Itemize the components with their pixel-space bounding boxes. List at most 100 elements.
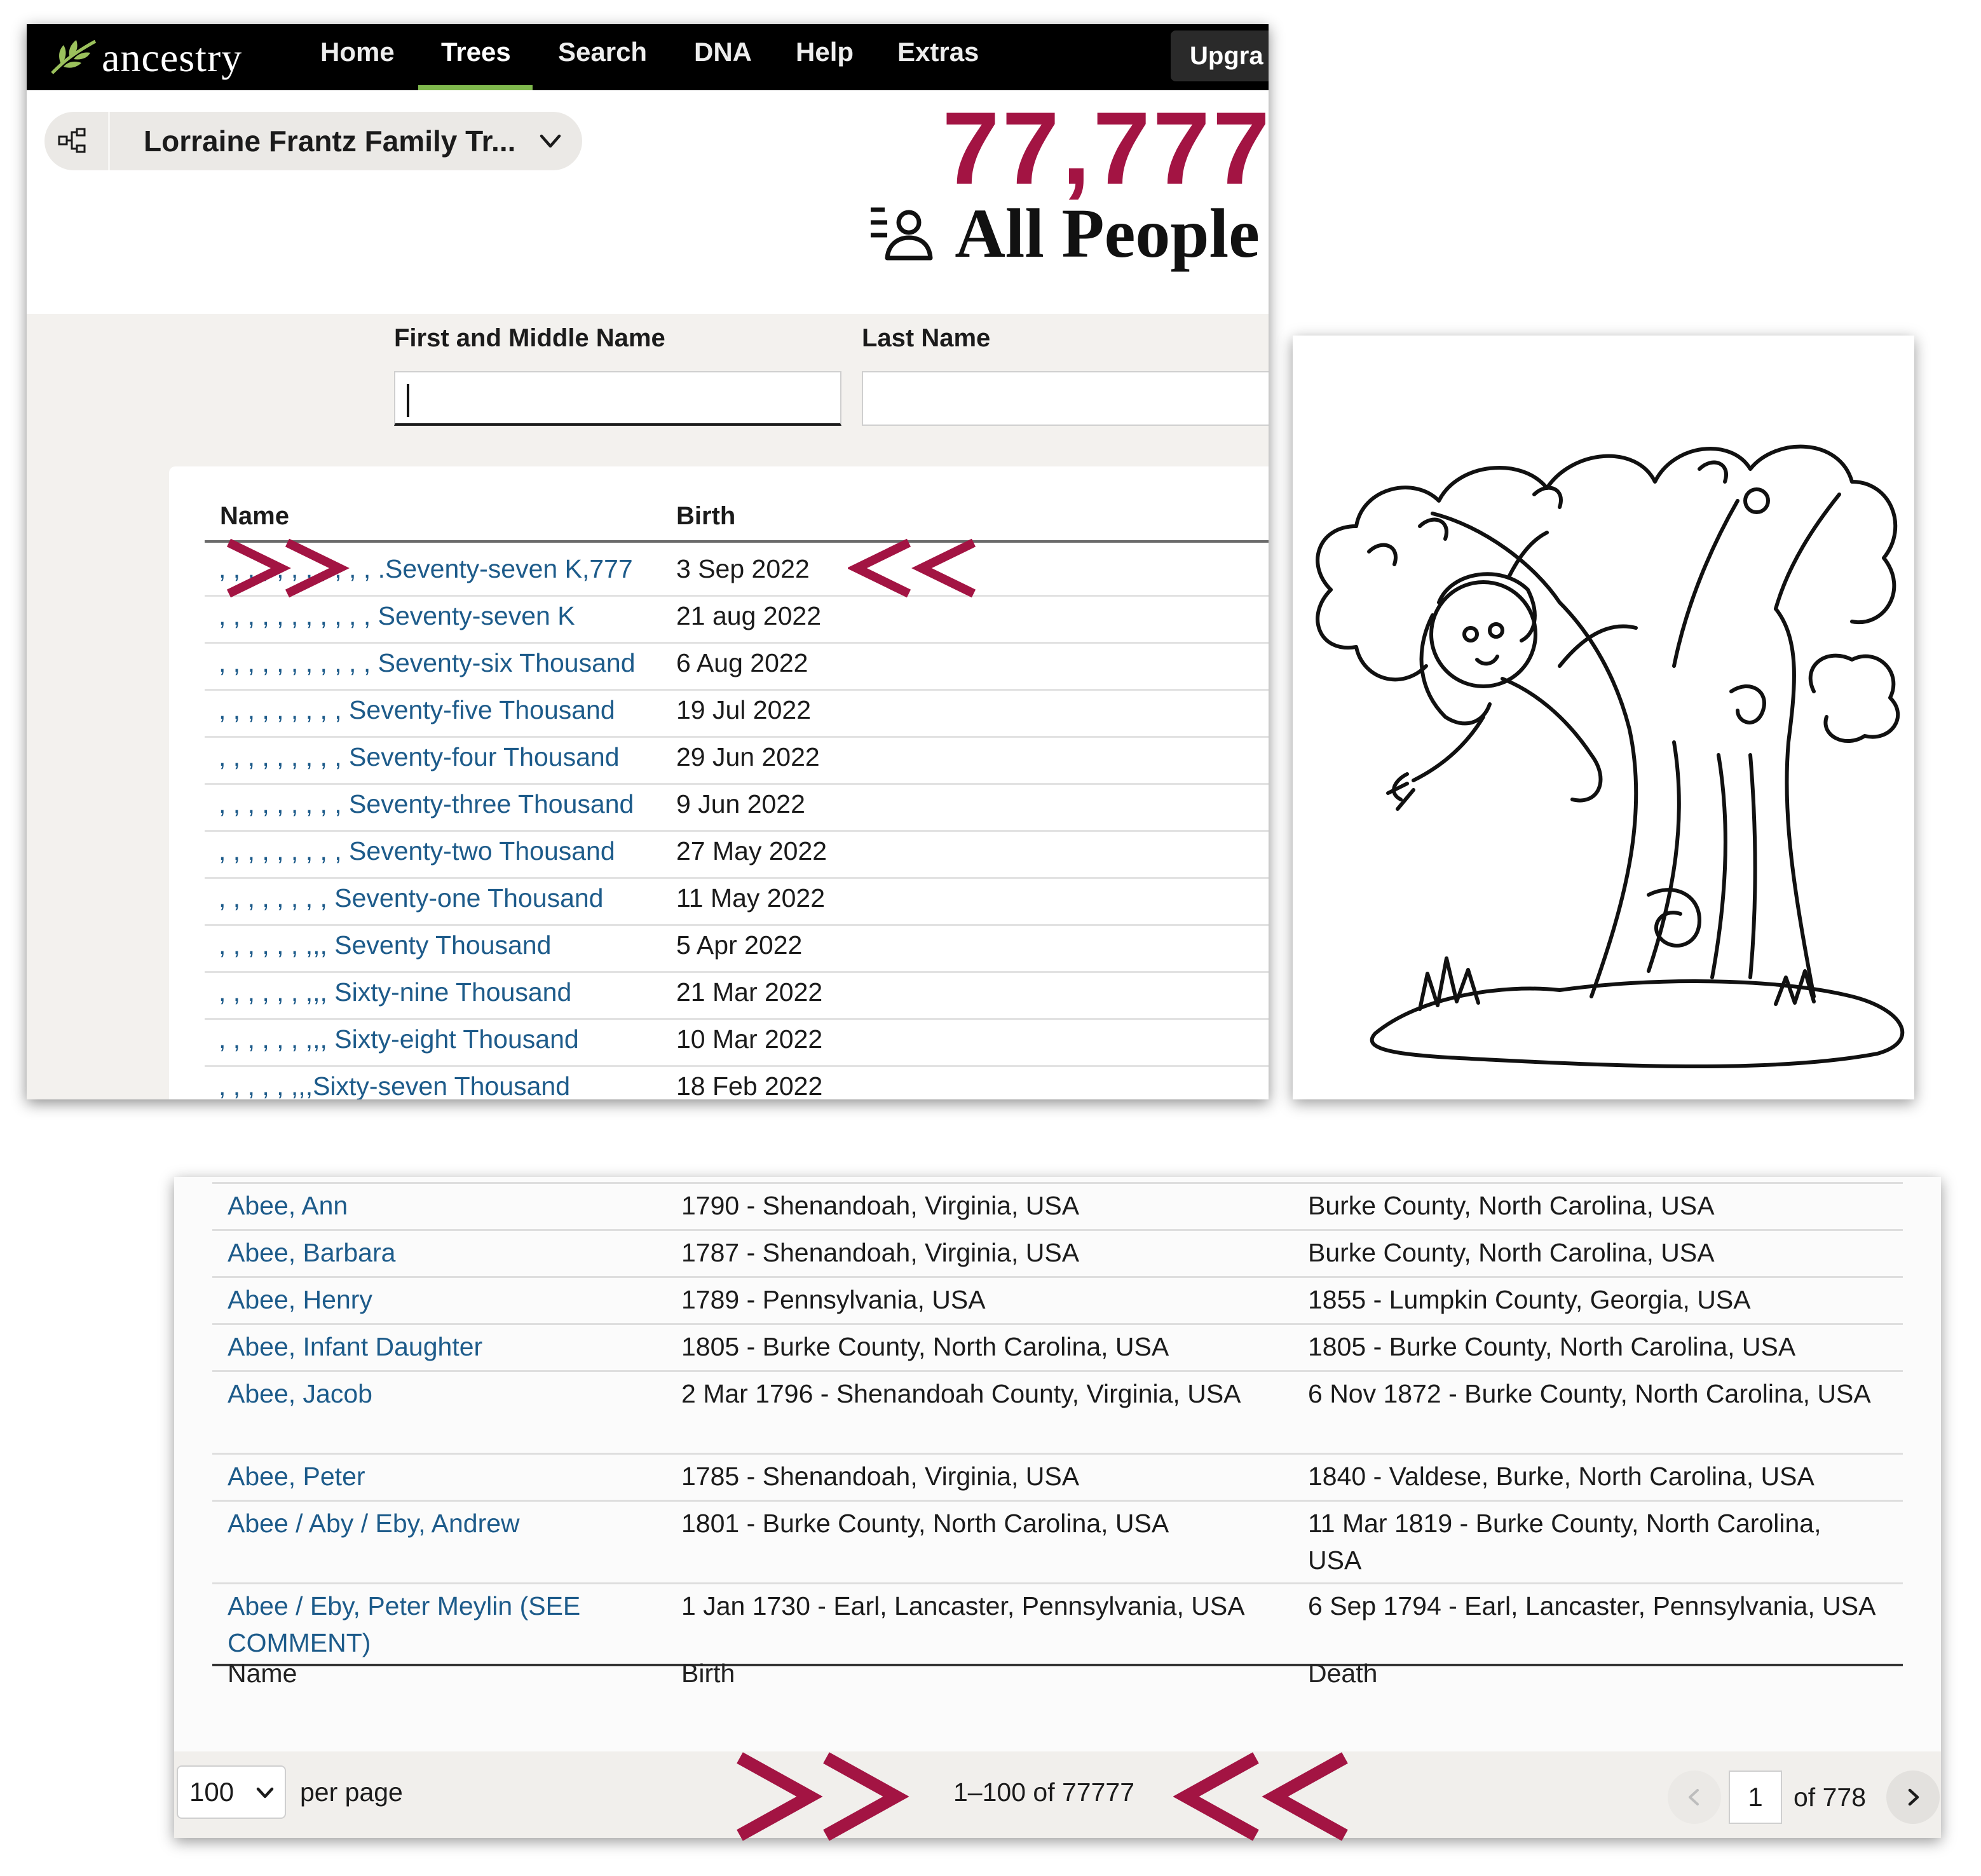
death-info: 1840 - Valdese, Burke, North Carolina, U… xyxy=(1308,1462,1814,1491)
next-page-button[interactable] xyxy=(1886,1771,1940,1824)
person-name-link[interactable]: , , , , , , , , , Seventy-four Thousand xyxy=(219,742,620,772)
person-name-link[interactable]: , , , , , , ,,, Seventy Thousand xyxy=(219,930,551,960)
text-caret xyxy=(407,384,409,417)
last-name-input[interactable] xyxy=(862,371,1269,426)
person-name-link[interactable]: , , , , , , , , , Seventy-two Thousand xyxy=(219,836,615,866)
ancestry-logo[interactable]: ancestry xyxy=(48,29,242,86)
row-divider xyxy=(205,1065,1269,1067)
person-name-link[interactable]: Abee, Barbara xyxy=(228,1234,634,1271)
per-page-select[interactable]: 100 xyxy=(177,1765,286,1819)
birth-info: 1801 - Burke County, North Carolina, USA xyxy=(681,1509,1169,1538)
tree-illustration-panel xyxy=(1293,336,1914,1099)
row-divider xyxy=(205,736,1269,738)
birth-date: 6 Aug 2022 xyxy=(676,648,808,677)
row-divider xyxy=(205,971,1269,973)
footer-column-death[interactable]: Death xyxy=(1308,1659,1377,1689)
row-divider xyxy=(205,1018,1269,1020)
death-info: 1805 - Burke County, North Carolina, USA xyxy=(1308,1332,1796,1361)
row-divider xyxy=(205,595,1269,597)
tree-structure-icon xyxy=(58,128,86,153)
active-tab-indicator xyxy=(418,85,533,90)
logo-wordmark: ancestry xyxy=(102,35,243,80)
column-header-birth[interactable]: Birth xyxy=(676,502,735,531)
right-chevrons-annotation xyxy=(226,538,350,598)
people-count: 77,777 xyxy=(942,91,1269,206)
birth-date: 29 Jun 2022 xyxy=(676,742,820,771)
person-name-link[interactable]: , , , , , , , , , , , Seventy-seven K xyxy=(219,601,575,631)
birth-info: 1787 - Shenandoah, Virginia, USA xyxy=(681,1238,1080,1267)
birth-date: 21 aug 2022 xyxy=(676,601,822,630)
person-name-link[interactable]: , , , , , ,,,Sixty-seven Thousand xyxy=(219,1071,570,1099)
nav-dna[interactable]: DNA xyxy=(694,24,752,90)
person-name-link[interactable]: , , , , , , , , , Seventy-three Thousand xyxy=(219,789,634,819)
footer-column-name[interactable]: Name xyxy=(228,1659,297,1689)
row-divider xyxy=(212,1453,1903,1455)
person-name-link[interactable]: Abee / Eby, Peter Meylin (SEE COMMENT) xyxy=(228,1587,634,1661)
nav-help[interactable]: Help xyxy=(796,24,854,90)
per-page-value: 100 xyxy=(189,1777,235,1807)
previous-page-button[interactable] xyxy=(1668,1771,1721,1824)
person-name-link[interactable]: Abee, Ann xyxy=(228,1187,634,1224)
chevron-left-icon xyxy=(1689,1789,1699,1805)
person-name-link[interactable]: , , , , , , ,,, Sixty-nine Thousand xyxy=(219,977,571,1007)
tree-selector[interactable]: Lorraine Frantz Family Tr... xyxy=(44,112,582,170)
nav-extras[interactable]: Extras xyxy=(897,24,979,90)
birth-date: 18 Feb 2022 xyxy=(676,1071,823,1099)
birth-date: 27 May 2022 xyxy=(676,836,827,866)
death-info: Burke County, North Carolina, USA xyxy=(1308,1238,1715,1267)
birth-date: 3 Sep 2022 xyxy=(676,554,810,583)
right-chevrons-annotation xyxy=(737,1752,909,1841)
birth-info: 1790 - Shenandoah, Virginia, USA xyxy=(681,1191,1080,1220)
column-header-name[interactable]: Name xyxy=(220,502,289,531)
row-divider xyxy=(212,1182,1903,1184)
death-info: Burke County, North Carolina, USA xyxy=(1308,1191,1715,1220)
death-info: 1855 - Lumpkin County, Georgia, USA xyxy=(1308,1285,1751,1314)
row-divider xyxy=(212,1500,1903,1502)
chevron-right-icon xyxy=(1908,1788,1919,1806)
upgrade-button[interactable]: Upgra xyxy=(1171,31,1269,81)
page-title: All People xyxy=(955,194,1260,272)
row-divider xyxy=(205,689,1269,691)
birth-info: 2 Mar 1796 - Shenandoah County, Virginia… xyxy=(681,1379,1241,1408)
footer-divider xyxy=(212,1664,1903,1666)
left-chevrons-annotation xyxy=(1173,1752,1348,1841)
death-info: 6 Sep 1794 - Earl, Lancaster, Pennsylvan… xyxy=(1308,1591,1876,1621)
row-divider xyxy=(212,1229,1903,1231)
result-range: 1–100 of 77777 xyxy=(953,1777,1134,1807)
page-number-input[interactable]: 1 xyxy=(1729,1771,1782,1824)
divider xyxy=(108,112,110,170)
person-name-link[interactable]: Abee, Peter xyxy=(228,1458,634,1495)
first-middle-name-label: First and Middle Name xyxy=(394,324,665,352)
person-name-link[interactable]: , , , , , , , , , Seventy-five Thousand xyxy=(219,695,615,725)
row-divider xyxy=(205,830,1269,832)
death-info: 6 Nov 1872 - Burke County, North Carolin… xyxy=(1308,1379,1871,1408)
top-navigation-bar: ancestry Home Trees Search DNA Help Extr… xyxy=(27,24,1269,90)
tree-view-button[interactable] xyxy=(44,112,103,170)
birth-date: 9 Jun 2022 xyxy=(676,789,805,819)
birth-info: 1789 - Pennsylvania, USA xyxy=(681,1285,986,1314)
row-divider xyxy=(212,1582,1903,1584)
row-divider xyxy=(205,783,1269,785)
nav-home[interactable]: Home xyxy=(320,24,395,90)
person-name-link[interactable]: Abee, Infant Daughter xyxy=(228,1328,634,1365)
footer-column-birth[interactable]: Birth xyxy=(681,1659,735,1689)
row-divider xyxy=(212,1370,1903,1372)
per-page-label: per page xyxy=(300,1777,403,1807)
girl-climbing-tree-illustration xyxy=(1316,444,1905,1068)
death-info: 11 Mar 1819 - Burke County, North Caroli… xyxy=(1308,1509,1821,1575)
birth-date: 10 Mar 2022 xyxy=(676,1024,823,1054)
total-pages: of 778 xyxy=(1794,1783,1866,1812)
person-name-link[interactable]: Abee, Henry xyxy=(228,1281,634,1318)
nav-trees[interactable]: Trees xyxy=(441,24,511,90)
tree-name[interactable]: Lorraine Frantz Family Tr... xyxy=(144,112,515,170)
person-name-link[interactable]: , , , , , , , , , , , Seventy-six Thousa… xyxy=(219,648,636,678)
nav-search[interactable]: Search xyxy=(558,24,647,90)
birth-date: 5 Apr 2022 xyxy=(676,930,803,960)
first-middle-name-input[interactable] xyxy=(394,371,841,426)
person-name-link[interactable]: , , , , , , , , Seventy-one Thousand xyxy=(219,883,603,913)
person-name-link[interactable]: , , , , , , ,,, Sixty-eight Thousand xyxy=(219,1024,579,1054)
chevron-down-icon[interactable] xyxy=(538,128,563,154)
person-name-link[interactable]: Abee, Jacob xyxy=(228,1375,634,1412)
person-name-link[interactable]: Abee / Aby / Eby, Andrew xyxy=(228,1505,634,1542)
people-list-icon xyxy=(871,207,933,261)
